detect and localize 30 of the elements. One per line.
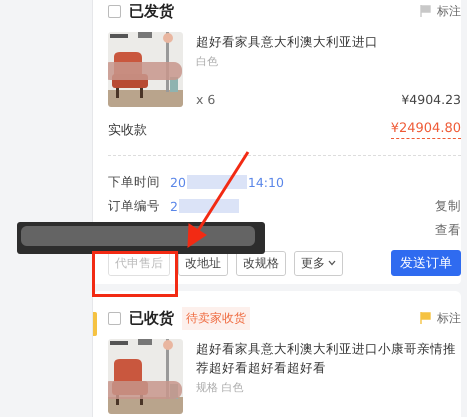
total-amount: ¥24904.80	[390, 121, 461, 139]
quantity: x 6	[196, 92, 216, 107]
mark-label[interactable]: 标注	[437, 310, 461, 326]
detail-value: 14:10	[248, 174, 284, 190]
detail-link[interactable]: 复制	[435, 198, 461, 214]
unit-price: ¥4904.23	[401, 92, 461, 107]
action-button[interactable]: 改规格	[236, 250, 286, 276]
order-status: 已发货	[129, 2, 174, 20]
checkbox[interactable]	[108, 4, 121, 18]
caret-icon	[328, 260, 336, 266]
flag-icon[interactable]	[420, 312, 431, 324]
product-title: 超好看家具意大利澳大利亚进口	[196, 33, 379, 51]
flag-icon[interactable]	[420, 5, 431, 17]
redaction-blur	[178, 199, 239, 213]
product-spec: 规格 白色	[196, 380, 244, 395]
action-button[interactable]: 发送订单	[391, 250, 461, 276]
product-title: 超好看家具意大利澳大利亚进口小康哥亲情推荐超好看超好看超好看	[196, 340, 457, 377]
redaction-blur	[186, 175, 247, 189]
detail-link[interactable]: 查看	[435, 222, 461, 238]
order-status: 已收货	[129, 308, 174, 328]
total-label: 实收款	[108, 122, 147, 139]
detail-label: 下单时间	[108, 174, 161, 190]
mark-label[interactable]: 标注	[437, 2, 461, 20]
detail-value: 2	[170, 198, 178, 214]
action-button[interactable]: 更多	[294, 250, 343, 276]
detail-value: 20	[170, 174, 186, 190]
status-tag: 待卖家收货	[182, 306, 250, 330]
product-spec: 白色	[196, 54, 219, 69]
checkbox[interactable]	[108, 312, 121, 324]
detail-label: 订单编号	[108, 198, 161, 214]
